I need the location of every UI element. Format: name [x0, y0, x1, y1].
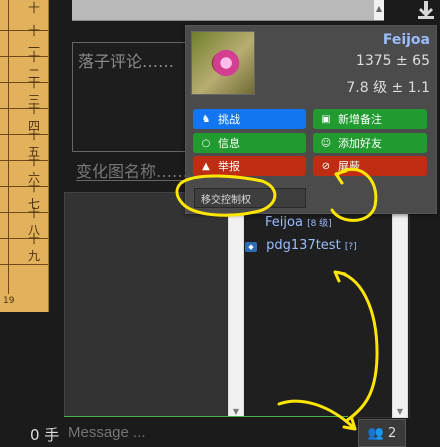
scroll-up-arrow[interactable]: ▲ [374, 0, 384, 20]
player-avatar [191, 31, 255, 95]
go-board-edge: 十 十一 十二 十三 十四 十五 十六 十七 十八 十九 19 [0, 0, 49, 312]
player-list-scrollbar[interactable]: ▼ [392, 192, 408, 418]
player-list-scroll-down-arrow[interactable]: ▼ [395, 407, 405, 417]
board-row-number: 19 [3, 296, 15, 306]
add-friend-button[interactable]: ☺ 添加好友 [313, 133, 427, 153]
block-label: 屏蔽 [338, 160, 360, 173]
challenge-label: 挑战 [218, 113, 240, 126]
user-icon: ◆ [245, 242, 257, 252]
player-rank: [8 级] [307, 219, 332, 229]
chat-message-area[interactable] [64, 192, 244, 418]
board-coordinate: 十 [28, 1, 41, 15]
report-button[interactable]: ▲ 举报 [193, 156, 306, 176]
message-icon: ○ [201, 137, 211, 149]
users-icon: 👥 [367, 425, 384, 441]
note-icon: ▣ [321, 113, 331, 125]
player-rank: [?] [344, 242, 357, 252]
report-label: 举报 [218, 160, 240, 173]
add-note-button[interactable]: ▣ 新增备注 [313, 109, 427, 129]
add-friend-label: 添加好友 [338, 137, 382, 150]
board-coordinate: 十九 [28, 232, 41, 263]
chat-scrollbar[interactable]: ▼ [228, 192, 244, 418]
popup-rank: 7.8 级 ± 1.1 [346, 80, 430, 96]
add-friend-icon: ☺ [320, 137, 332, 149]
challenge-icon: ♞ [201, 113, 211, 125]
top-scroll-area[interactable]: ▲ [72, 0, 384, 21]
player-popup: Feijoa 1375 ± 65 7.8 级 ± 1.1 ♞ 挑战 ▣ 新增备注… [185, 25, 437, 214]
block-button[interactable]: ⊘ 屏蔽 [313, 156, 427, 176]
popup-username[interactable]: Feijoa [383, 32, 430, 48]
message-input[interactable] [64, 417, 348, 447]
download-icon[interactable] [412, 0, 440, 20]
report-icon: ▲ [202, 160, 210, 172]
player-name[interactable]: pdg137test [266, 238, 341, 253]
popup-rating: 1375 ± 65 [355, 53, 430, 69]
move-count: 0 手 [30, 426, 60, 444]
users-count: 2 [387, 425, 397, 441]
player-row[interactable]: ◆ pdg137test [?] [245, 238, 357, 253]
challenge-button[interactable]: ♞ 挑战 [193, 109, 306, 129]
message-button[interactable]: ○ 信息 [193, 133, 306, 153]
users-button[interactable]: 👥 2 [358, 419, 406, 447]
board-vertical-line [8, 0, 9, 294]
transfer-control-button[interactable]: 移交控制权 [194, 188, 306, 208]
player-row[interactable]: Feijoa [8 级] [265, 215, 332, 230]
message-label: 信息 [218, 137, 240, 150]
message-input-container[interactable] [64, 416, 348, 447]
move-comment-placeholder: 落子评论…… [78, 52, 175, 71]
block-icon: ⊘ [321, 160, 331, 172]
player-name[interactable]: Feijoa [265, 215, 303, 230]
board-row-line [0, 264, 48, 265]
add-note-label: 新增备注 [338, 113, 382, 126]
